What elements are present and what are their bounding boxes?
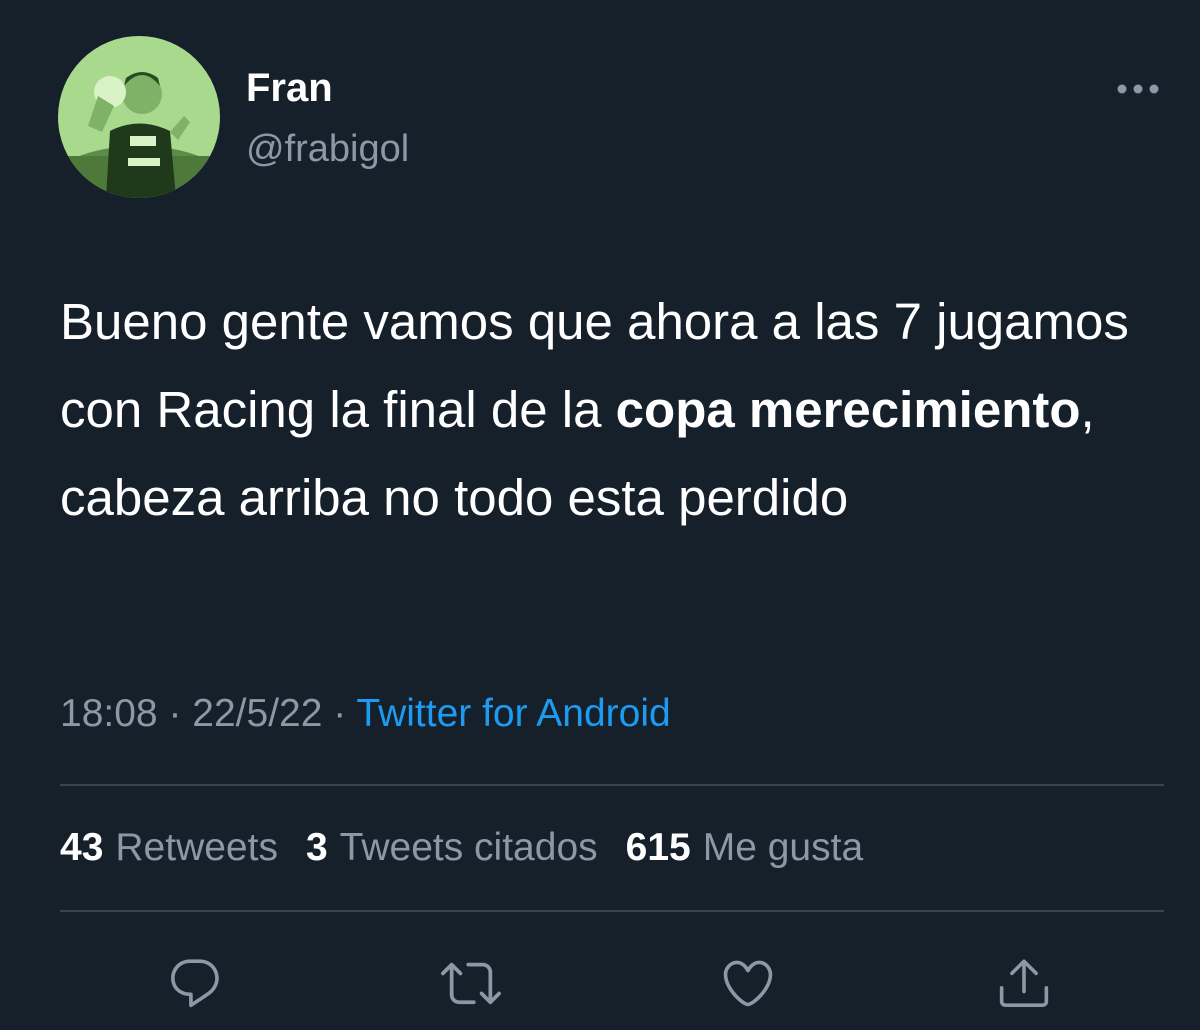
tweet-text-bold: copa merecimiento bbox=[615, 381, 1081, 438]
share-icon bbox=[999, 959, 1049, 1008]
more-icon bbox=[1117, 84, 1159, 94]
quotes-label: Tweets citados bbox=[339, 826, 598, 869]
reply-icon bbox=[171, 959, 219, 1008]
tweet-meta: 18:08 · 22/5/22 · Twitter for Android bbox=[60, 692, 671, 736]
likes-count: 615 bbox=[625, 826, 691, 869]
retweets-label: Retweets bbox=[115, 826, 278, 869]
tweet-source-link[interactable]: Twitter for Android bbox=[356, 692, 670, 735]
retweets-count: 43 bbox=[60, 826, 104, 869]
retweet-icon bbox=[441, 962, 501, 1005]
likes-stat[interactable]: 615 Me gusta bbox=[626, 826, 864, 870]
user-handle[interactable]: @frabigol bbox=[246, 128, 409, 171]
more-button[interactable] bbox=[1112, 74, 1164, 104]
share-button[interactable] bbox=[989, 948, 1059, 1018]
tweet-stats: 43 Retweets 3 Tweets citados 615 Me gusta bbox=[60, 826, 891, 870]
display-name[interactable]: Fran bbox=[246, 66, 333, 111]
retweets-stat[interactable]: 43 Retweets bbox=[60, 826, 278, 870]
avatar-image bbox=[58, 36, 220, 198]
meta-separator: · bbox=[168, 692, 182, 735]
reply-button[interactable] bbox=[160, 948, 230, 1018]
quotes-stat[interactable]: 3 Tweets citados bbox=[306, 826, 598, 870]
like-button[interactable] bbox=[713, 948, 783, 1018]
tweet-text: Bueno gente vamos que ahora a las 7 juga… bbox=[60, 278, 1170, 542]
divider bbox=[60, 784, 1164, 786]
quotes-count: 3 bbox=[305, 826, 328, 869]
meta-separator: · bbox=[333, 692, 347, 735]
likes-label: Me gusta bbox=[702, 826, 864, 869]
tweet-time[interactable]: 18:08 bbox=[60, 692, 158, 735]
tweet-date[interactable]: 22/5/22 bbox=[192, 692, 322, 735]
retweet-button[interactable] bbox=[436, 948, 506, 1018]
heart-icon bbox=[723, 960, 773, 1007]
action-bar bbox=[0, 948, 1200, 1018]
divider bbox=[60, 910, 1164, 912]
avatar[interactable] bbox=[58, 36, 220, 198]
